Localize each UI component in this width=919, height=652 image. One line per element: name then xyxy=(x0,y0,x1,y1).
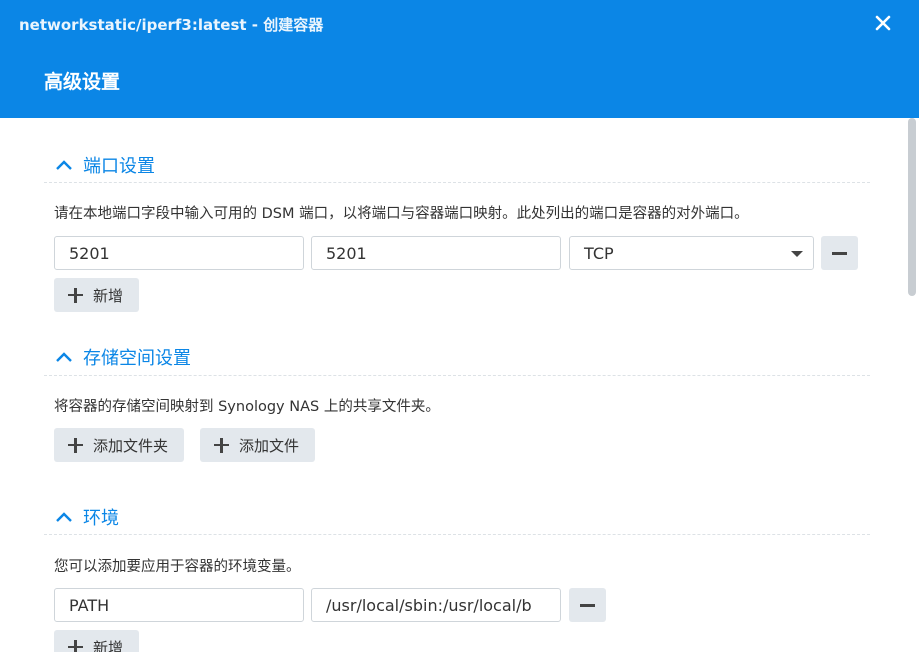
add-file-button[interactable]: 添加文件 xyxy=(200,428,316,462)
env-section-toggle[interactable]: 环境 xyxy=(55,504,119,530)
dialog-header: networkstatic/iperf3:latest - 创建容器 高级设置 xyxy=(0,0,919,118)
window-title: networkstatic/iperf3:latest - 创建容器 xyxy=(19,16,324,34)
port-section-toggle[interactable]: 端口设置 xyxy=(55,152,155,178)
divider xyxy=(44,182,870,183)
chevron-up-icon xyxy=(56,160,72,170)
plus-icon xyxy=(68,437,83,453)
add-folder-button[interactable]: 添加文件夹 xyxy=(54,428,185,462)
local-port-input[interactable]: 5201 xyxy=(54,236,304,270)
add-port-button[interactable]: 新增 xyxy=(54,278,140,312)
remove-port-button[interactable] xyxy=(821,236,858,270)
env-name-input[interactable]: PATH xyxy=(54,588,304,622)
minus-icon xyxy=(580,604,595,607)
vertical-scrollbar[interactable] xyxy=(905,118,919,652)
protocol-select-value: TCP xyxy=(584,243,614,263)
add-file-label: 添加文件 xyxy=(239,436,300,455)
minus-icon xyxy=(832,252,847,255)
storage-section-title: 存储空间设置 xyxy=(83,348,191,369)
add-env-button[interactable]: 新增 xyxy=(54,630,140,652)
plus-icon xyxy=(214,437,229,453)
divider xyxy=(44,534,870,535)
plus-icon xyxy=(68,639,83,652)
env-section-description: 您可以添加要应用于容器的环境变量。 xyxy=(54,559,301,575)
dropdown-arrow-icon xyxy=(791,251,803,257)
close-icon xyxy=(875,15,891,31)
protocol-select[interactable]: TCP xyxy=(569,236,814,270)
env-section-title: 环境 xyxy=(83,508,119,529)
plus-icon xyxy=(68,287,83,303)
env-value-input[interactable]: /usr/local/sbin:/usr/local/b xyxy=(311,588,561,622)
storage-section-toggle[interactable]: 存储空间设置 xyxy=(55,344,191,370)
page-title: 高级设置 xyxy=(44,71,121,93)
add-env-label: 新增 xyxy=(93,638,124,652)
add-folder-label: 添加文件夹 xyxy=(93,436,169,455)
settings-content: 端口设置 请在本地端口字段中输入可用的 DSM 端口，以将端口与容器端口映射。此… xyxy=(0,118,905,652)
port-section-description: 请在本地端口字段中输入可用的 DSM 端口，以将端口与容器端口映射。此处列出的端… xyxy=(54,206,749,222)
add-port-label: 新增 xyxy=(93,286,124,305)
chevron-up-icon xyxy=(56,512,72,522)
divider xyxy=(44,375,870,376)
port-section-title: 端口设置 xyxy=(83,156,155,177)
close-button[interactable] xyxy=(872,12,894,34)
remove-env-button[interactable] xyxy=(569,588,606,622)
storage-section-description: 将容器的存储空间映射到 Synology NAS 上的共享文件夹。 xyxy=(54,399,440,415)
container-port-input[interactable]: 5201 xyxy=(311,236,561,270)
scrollbar-thumb[interactable] xyxy=(908,118,916,296)
chevron-up-icon xyxy=(56,352,72,362)
